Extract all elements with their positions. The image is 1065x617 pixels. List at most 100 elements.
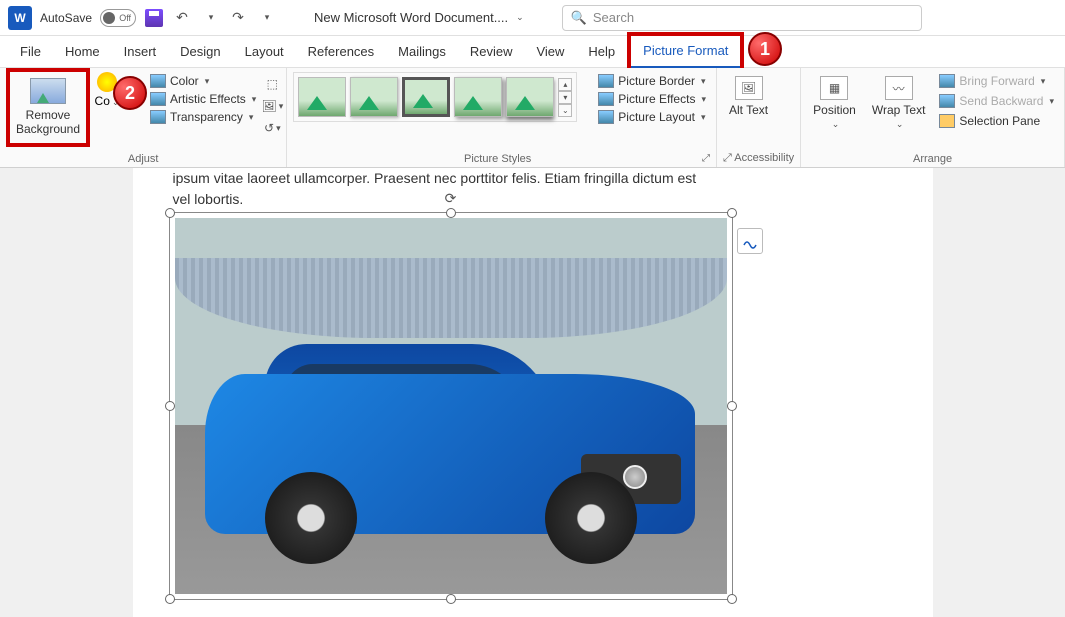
tab-layout[interactable]: Layout — [233, 36, 296, 68]
artistic-effects-button[interactable]: Artistic Effects▾ — [146, 90, 260, 108]
tab-review[interactable]: Review — [458, 36, 525, 68]
send-backward-button[interactable]: Send Backward▾ — [935, 92, 1058, 110]
search-placeholder: Search — [593, 10, 634, 25]
alt-text-button[interactable]: 🖼 Alt Text — [723, 72, 774, 121]
resize-handle[interactable] — [446, 208, 456, 218]
title-bar: W AutoSave Off ↶ ▾ ↷ ▾ New Microsoft Wor… — [0, 0, 1065, 36]
document-name: New Microsoft Word Document.... — [314, 10, 508, 25]
arrange-group-label: Arrange — [807, 151, 1058, 167]
toggle-knob-icon — [103, 12, 115, 24]
search-icon: 🔍 — [571, 10, 587, 26]
color-icon — [150, 74, 166, 88]
style-thumb[interactable] — [298, 77, 346, 117]
undo-dropdown[interactable]: ▾ — [200, 8, 220, 28]
styles-group-label: Picture Styles ⤢ — [293, 151, 710, 167]
chevron-down-icon: ⌄ — [516, 12, 524, 23]
document-area: ipsum vitae laoreet ullamcorper. Praesen… — [0, 168, 1065, 617]
rotate-handle[interactable]: ⟳ — [443, 190, 459, 206]
layout-icon — [598, 110, 614, 124]
selected-image[interactable]: ⟳ — [175, 218, 727, 594]
redo-button[interactable]: ↷ — [228, 8, 248, 28]
border-icon — [598, 74, 614, 88]
tab-references[interactable]: References — [296, 36, 386, 68]
tab-mailings[interactable]: Mailings — [386, 36, 458, 68]
save-button[interactable] — [144, 8, 164, 28]
wrap-text-button[interactable]: 〰 Wrap Text⌄ — [866, 72, 932, 134]
style-thumb[interactable] — [506, 77, 554, 117]
color-button[interactable]: Color▾ — [146, 72, 260, 90]
position-label: Position⌄ — [813, 104, 856, 130]
tab-file[interactable]: File — [8, 36, 53, 68]
style-thumb[interactable] — [402, 77, 450, 117]
tab-home[interactable]: Home — [53, 36, 112, 68]
autosave-toggle[interactable]: Off — [100, 9, 136, 27]
artistic-icon — [150, 92, 166, 106]
resize-handle[interactable] — [727, 401, 737, 411]
callout-frame-2: Remove Background — [6, 68, 90, 147]
ribbon: 2 Remove Background Co⌄ Color▾ Artistic … — [0, 68, 1065, 168]
picture-layout-button[interactable]: Picture Layout▾ — [594, 108, 710, 126]
accessibility-group-label: ⤢ Accessibility — [723, 150, 794, 167]
group-arrange: ▦ Position⌄ 〰 Wrap Text⌄ Bring Forward▾ … — [801, 68, 1065, 167]
style-thumb[interactable] — [454, 77, 502, 117]
autosave-label: AutoSave — [40, 11, 92, 25]
tab-design[interactable]: Design — [168, 36, 232, 68]
position-button[interactable]: ▦ Position⌄ — [807, 72, 862, 134]
wrap-label: Wrap Text⌄ — [872, 104, 926, 130]
resize-handle[interactable] — [165, 594, 175, 604]
remove-background-button[interactable]: Remove Background — [12, 74, 84, 141]
alt-text-icon: 🖼 — [735, 76, 763, 100]
reset-picture-button[interactable]: ↺▾ — [264, 120, 280, 136]
resize-handle[interactable] — [727, 594, 737, 604]
tab-view[interactable]: View — [524, 36, 576, 68]
layout-options-button[interactable] — [737, 228, 763, 254]
ribbon-tabs: File Home Insert Design Layout Reference… — [0, 36, 1065, 68]
search-input[interactable]: 🔍 Search — [562, 5, 922, 31]
tab-insert[interactable]: Insert — [112, 36, 169, 68]
resize-handle[interactable] — [446, 594, 456, 604]
autosave-state: Off — [119, 13, 131, 23]
tab-help[interactable]: Help — [576, 36, 627, 68]
gallery-up[interactable]: ▴ — [558, 78, 572, 91]
resize-handle[interactable] — [165, 208, 175, 218]
group-picture-styles: ▴ ▾ ⌄ Picture Border▾ Picture Effects▾ P… — [287, 68, 717, 167]
document-title[interactable]: New Microsoft Word Document.... ⌄ — [314, 10, 524, 25]
compress-pictures-button[interactable]: ⬚ — [264, 76, 280, 92]
gallery-more[interactable]: ⌄ — [558, 104, 572, 117]
picture-border-button[interactable]: Picture Border▾ — [594, 72, 710, 90]
car-photo — [175, 218, 727, 594]
bring-forward-button[interactable]: Bring Forward▾ — [935, 72, 1058, 90]
change-picture-button[interactable]: 🖼▾ — [264, 98, 280, 114]
transparency-icon — [150, 110, 166, 124]
undo-button[interactable]: ↶ — [172, 8, 192, 28]
callout-2: 2 — [113, 76, 147, 110]
paragraph-text: ipsum vitae laoreet ullamcorper. Praesen… — [173, 168, 893, 210]
picture-styles-gallery[interactable]: ▴ ▾ ⌄ — [293, 72, 577, 122]
wrap-icon: 〰 — [885, 76, 913, 100]
selection-pane-button[interactable]: Selection Pane — [935, 112, 1058, 130]
resize-handle[interactable] — [727, 208, 737, 218]
remove-background-icon — [30, 78, 66, 104]
gallery-scroll: ▴ ▾ ⌄ — [558, 78, 572, 117]
tab-picture-format[interactable]: Picture Format — [631, 36, 740, 68]
group-accessibility: 🖼 Alt Text ⤢ Accessibility — [717, 68, 801, 167]
alt-text-label: Alt Text — [729, 104, 768, 117]
qat-more[interactable]: ▾ — [256, 8, 276, 28]
picture-effects-button[interactable]: Picture Effects▾ — [594, 90, 710, 108]
save-icon — [145, 9, 163, 27]
callout-1: 1 — [748, 32, 782, 66]
bring-forward-icon — [939, 74, 955, 88]
page[interactable]: ipsum vitae laoreet ullamcorper. Praesen… — [133, 168, 933, 617]
position-icon: ▦ — [820, 76, 848, 100]
selection-pane-icon — [939, 114, 955, 128]
effects-icon — [598, 92, 614, 106]
gallery-down[interactable]: ▾ — [558, 91, 572, 104]
resize-handle[interactable] — [165, 401, 175, 411]
transparency-button[interactable]: Transparency▾ — [146, 108, 260, 126]
callout-frame-1: Picture Format — [627, 32, 744, 72]
adjust-group-label: Adjust — [6, 151, 280, 167]
word-logo-icon: W — [8, 6, 32, 30]
send-backward-icon — [939, 94, 955, 108]
style-thumb[interactable] — [350, 77, 398, 117]
remove-background-label: Remove Background — [16, 108, 80, 137]
